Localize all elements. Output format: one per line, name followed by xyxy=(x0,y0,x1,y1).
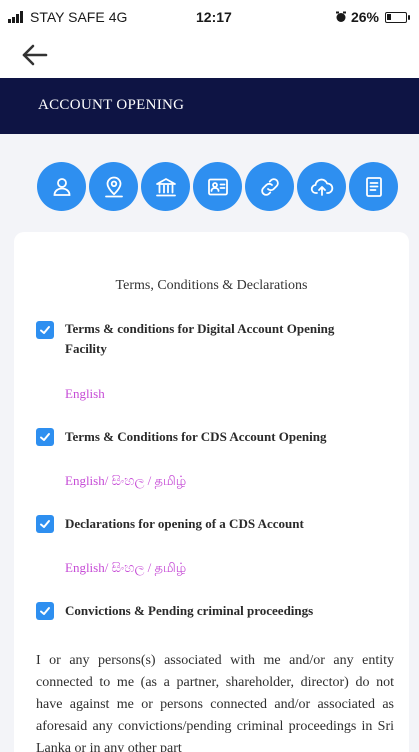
user-icon xyxy=(53,177,70,196)
header-band: ACCOUNT OPENING xyxy=(0,78,419,134)
check-icon xyxy=(40,433,50,441)
digital-account-terms-line2: Facility xyxy=(65,341,107,356)
section-title: Terms, Conditions & Declarations xyxy=(115,278,308,293)
step-upload[interactable] xyxy=(297,162,346,211)
step-address[interactable] xyxy=(89,162,138,211)
status-left: STAY SAFE 4G xyxy=(8,9,127,25)
battery-icon xyxy=(385,11,410,23)
step-terms[interactable] xyxy=(349,162,398,211)
convictions-label: Convictions & Pending criminal proceedin… xyxy=(65,603,314,618)
digital-account-terms-line1: Terms & conditions for Digital Account O… xyxy=(65,321,335,336)
id-card-icon xyxy=(207,178,228,195)
battery-fill xyxy=(387,13,391,20)
checkbox-convictions[interactable] xyxy=(36,602,54,620)
check-icon xyxy=(40,607,50,615)
status-right: 26% xyxy=(335,9,410,25)
bank-icon xyxy=(155,177,176,196)
carrier-name: STAY SAFE xyxy=(30,9,105,25)
terms-card: Terms, Conditions & Declarations Terms &… xyxy=(14,232,409,752)
network-type: 4G xyxy=(108,9,128,25)
checkbox-cds-declarations[interactable] xyxy=(36,515,54,533)
cds-declarations-link[interactable]: English/ සිංහල / தமிழ் xyxy=(65,560,186,577)
digital-account-terms-link[interactable]: English xyxy=(65,386,105,402)
step-personal[interactable] xyxy=(37,162,86,211)
arrow-left-icon[interactable] xyxy=(20,42,50,68)
alarm-icon xyxy=(335,11,346,22)
status-time: 12:17 xyxy=(196,9,232,25)
checkbox-digital-account-terms[interactable] xyxy=(36,321,54,339)
cds-terms-link[interactable]: English/ සිංහල / தமிழ் xyxy=(65,473,186,490)
status-bar: STAY SAFE 4G 12:17 26% xyxy=(0,0,419,34)
battery-percent: 26% xyxy=(350,9,379,25)
step-link[interactable] xyxy=(245,162,294,211)
check-icon xyxy=(40,326,50,334)
signal-icon xyxy=(8,11,23,23)
cds-declarations-label: Declarations for opening of a CDS Accoun… xyxy=(65,516,304,531)
step-bank[interactable] xyxy=(141,162,190,211)
step-indicator xyxy=(37,162,398,211)
convictions-declaration-text: I or any persons(s) associated with me a… xyxy=(36,653,394,752)
check-icon xyxy=(40,520,50,528)
location-icon xyxy=(104,176,123,197)
cds-terms-label: Terms & Conditions for CDS Account Openi… xyxy=(65,429,327,444)
page-title: ACCOUNT OPENING xyxy=(38,97,185,113)
document-icon xyxy=(365,176,382,197)
top-nav xyxy=(0,34,419,78)
cloud-upload-icon xyxy=(310,178,333,196)
checkbox-cds-terms[interactable] xyxy=(36,428,54,446)
digital-account-terms-label: Terms & conditions for Digital Account O… xyxy=(65,319,395,359)
link-icon xyxy=(260,177,279,196)
step-identity[interactable] xyxy=(193,162,242,211)
